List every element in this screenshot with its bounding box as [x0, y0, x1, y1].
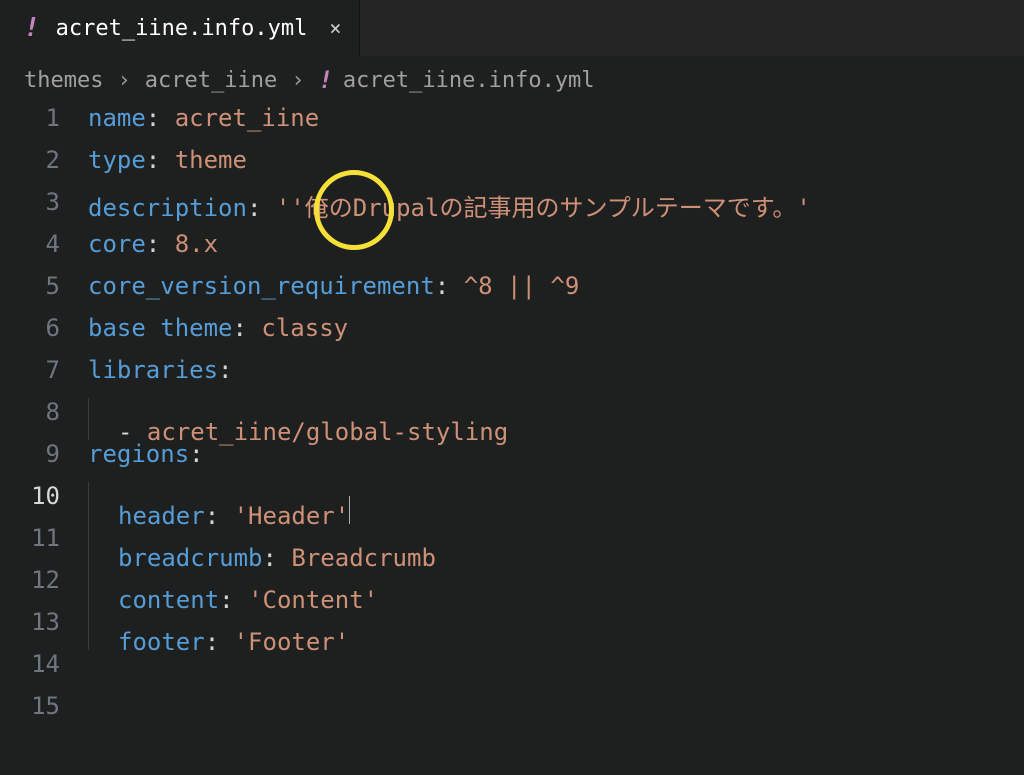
- line-number: 12: [0, 566, 88, 594]
- yaml-separator: :: [435, 272, 464, 300]
- code-line[interactable]: 14: [0, 650, 1024, 692]
- yaml-separator: :: [218, 356, 232, 384]
- yaml-separator: :: [146, 146, 175, 174]
- line-number: 7: [0, 356, 88, 384]
- code-content[interactable]: breadcrumb: Breadcrumb: [88, 524, 436, 572]
- yaml-file-icon: !: [318, 66, 332, 94]
- code-line[interactable]: 7libraries:: [0, 356, 1024, 398]
- code-line[interactable]: 2type: theme: [0, 146, 1024, 188]
- line-number: 9: [0, 440, 88, 468]
- chevron-right-icon: ›: [291, 68, 304, 93]
- line-number: 1: [0, 104, 88, 132]
- yaml-separator: :: [233, 314, 262, 342]
- code-content[interactable]: core_version_requirement: ^8 || ^9: [88, 272, 579, 300]
- code-content[interactable]: footer: 'Footer': [88, 608, 349, 656]
- breadcrumb-segment[interactable]: themes: [24, 68, 103, 93]
- code-line[interactable]: 3description: ''俺のDrupalの記事用のサンプルテーマです。': [0, 188, 1024, 230]
- editor-area[interactable]: 1name: acret_iine2type: theme3descriptio…: [0, 100, 1024, 734]
- code-line[interactable]: 6base theme: classy: [0, 314, 1024, 356]
- breadcrumb-segment[interactable]: acret_iine: [145, 68, 277, 93]
- yaml-key: type: [88, 146, 146, 174]
- indent-guide: [88, 524, 89, 566]
- tab-file-name: acret_iine.info.yml: [56, 16, 308, 41]
- yaml-value: 'Footer': [234, 628, 350, 656]
- code-line[interactable]: 15: [0, 692, 1024, 734]
- line-number: 14: [0, 650, 88, 678]
- yaml-key: base theme: [88, 314, 233, 342]
- yaml-key: core_version_requirement: [88, 272, 435, 300]
- code-line[interactable]: 10header: 'Header': [0, 482, 1024, 524]
- code-content[interactable]: header: 'Header': [88, 482, 350, 530]
- code-content[interactable]: description: ''俺のDrupalの記事用のサンプルテーマです。': [88, 188, 811, 223]
- chevron-right-icon: ›: [117, 68, 130, 93]
- tab-bar: ! acret_iine.info.yml ×: [0, 0, 1024, 56]
- yaml-key: description: [88, 194, 247, 222]
- code-line[interactable]: 12content: 'Content': [0, 566, 1024, 608]
- code-content[interactable]: type: theme: [88, 146, 247, 174]
- line-number: 2: [0, 146, 88, 174]
- yaml-value: acret_iine: [175, 104, 320, 132]
- yaml-value: ''俺のDrupalの記事用のサンプルテーマです。': [276, 188, 811, 223]
- yaml-value: theme: [175, 146, 247, 174]
- line-number: 13: [0, 608, 88, 636]
- yaml-separator: :: [247, 194, 276, 222]
- code-line[interactable]: 4core: 8.x: [0, 230, 1024, 272]
- code-line[interactable]: 13footer: 'Footer': [0, 608, 1024, 650]
- text-cursor: [349, 496, 350, 524]
- code-line[interactable]: 5core_version_requirement: ^8 || ^9: [0, 272, 1024, 314]
- code-content[interactable]: base theme: classy: [88, 314, 348, 342]
- code-line[interactable]: 8- acret_iine/global-styling: [0, 398, 1024, 440]
- yaml-key: core: [88, 230, 146, 258]
- line-number: 6: [0, 314, 88, 342]
- code-line[interactable]: 11breadcrumb: Breadcrumb: [0, 524, 1024, 566]
- yaml-value: ^8 || ^9: [464, 272, 580, 300]
- line-number: 8: [0, 398, 88, 426]
- yaml-separator: :: [205, 628, 234, 656]
- line-number: 5: [0, 272, 88, 300]
- code-content[interactable]: content: 'Content': [88, 566, 378, 614]
- yaml-key: name: [88, 104, 146, 132]
- yaml-key: libraries: [88, 356, 218, 384]
- code-content[interactable]: name: acret_iine: [88, 104, 319, 132]
- indent-guide: [88, 608, 89, 650]
- yaml-separator: :: [189, 440, 203, 468]
- code-line[interactable]: 1name: acret_iine: [0, 104, 1024, 146]
- code-content[interactable]: libraries:: [88, 356, 233, 384]
- close-icon[interactable]: ×: [329, 16, 341, 40]
- breadcrumb: themes › acret_iine › ! acret_iine.info.…: [0, 56, 1024, 100]
- line-number: 15: [0, 692, 88, 720]
- indent-guide: [88, 482, 89, 524]
- indent-guide: [88, 566, 89, 608]
- yaml-value: classy: [261, 314, 348, 342]
- yaml-key: regions: [88, 440, 189, 468]
- breadcrumb-file-name[interactable]: acret_iine.info.yml: [343, 68, 595, 93]
- yaml-key: footer: [118, 628, 205, 656]
- yaml-file-icon: !: [24, 13, 40, 43]
- line-number: 10: [0, 482, 88, 510]
- code-line[interactable]: 9regions:: [0, 440, 1024, 482]
- indent-guide: [88, 398, 89, 440]
- code-content[interactable]: regions:: [88, 440, 204, 468]
- code-content[interactable]: core: 8.x: [88, 230, 218, 258]
- line-number: 4: [0, 230, 88, 258]
- editor-tab[interactable]: ! acret_iine.info.yml ×: [0, 0, 360, 56]
- code-content[interactable]: - acret_iine/global-styling: [88, 398, 508, 446]
- yaml-separator: :: [146, 104, 175, 132]
- line-number: 11: [0, 524, 88, 552]
- line-number: 3: [0, 188, 88, 216]
- yaml-separator: :: [146, 230, 175, 258]
- yaml-value: 8.x: [175, 230, 218, 258]
